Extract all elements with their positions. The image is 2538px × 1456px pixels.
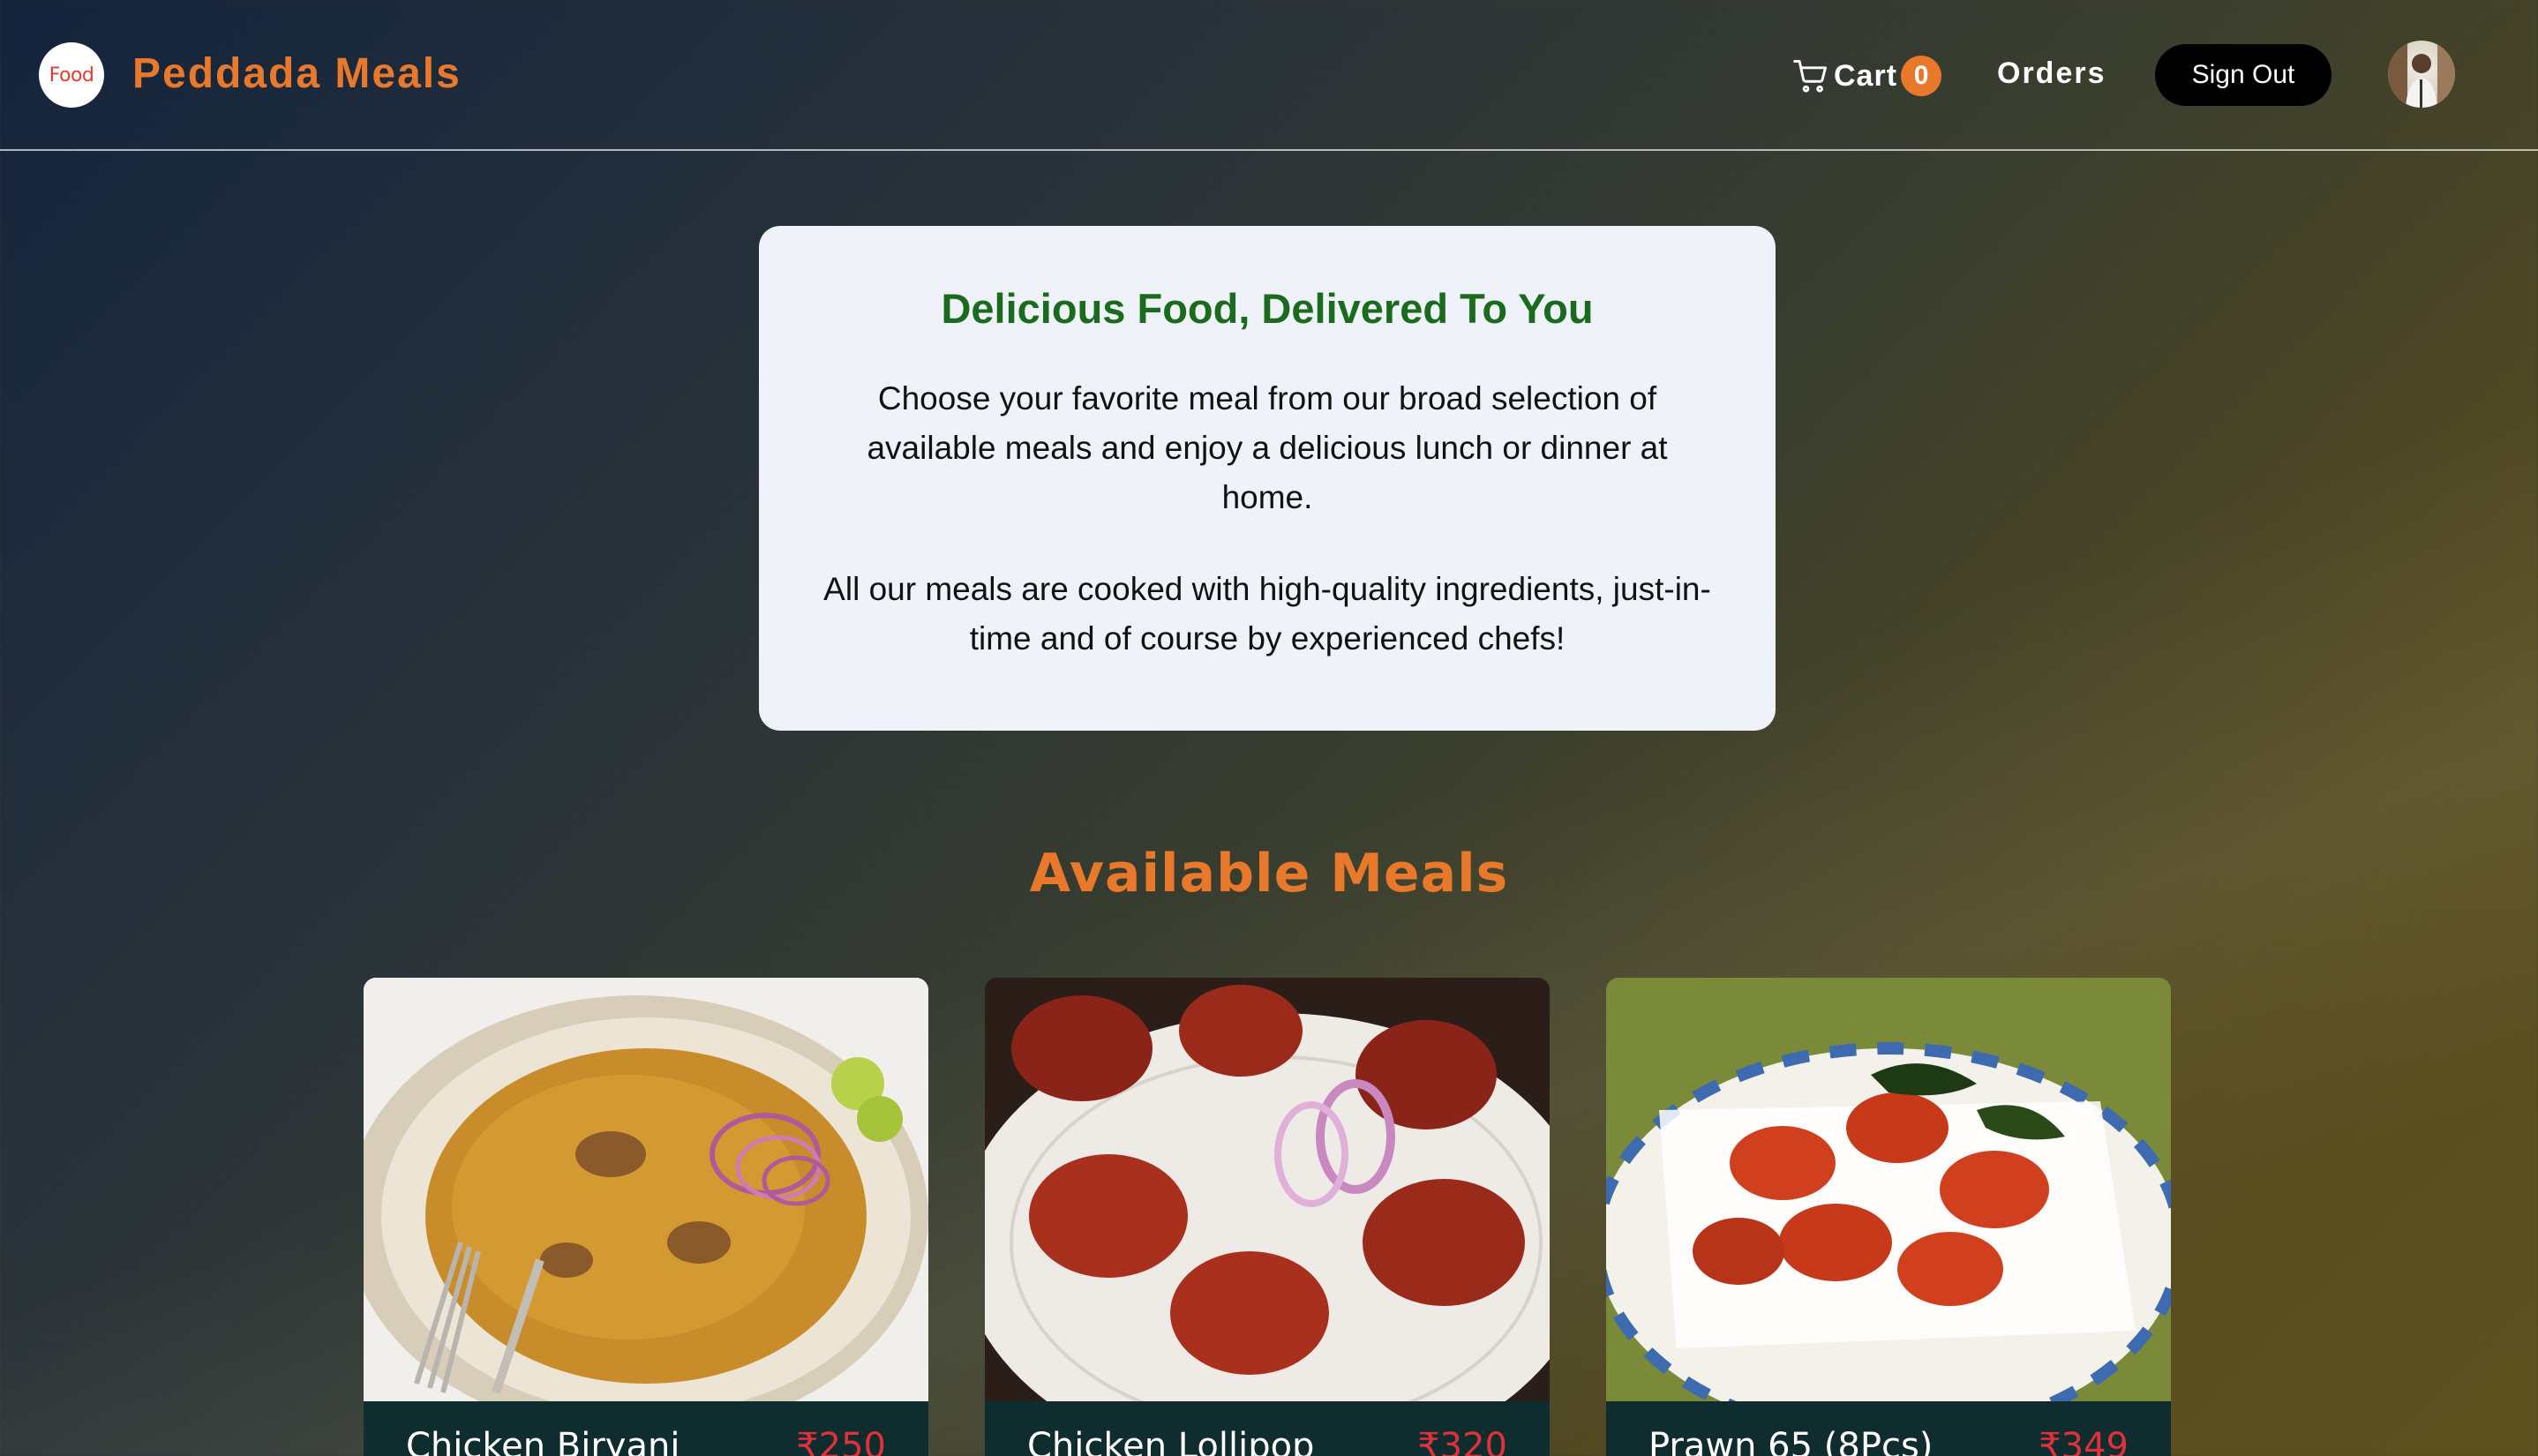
meal-image-chicken-lollipop [985, 978, 1550, 1456]
cart-count-badge: 0 [1901, 56, 1942, 96]
sign-out-button[interactable]: Sign Out [2155, 44, 2332, 106]
meal-card[interactable]: Chicken Lollipop ₹320 [985, 978, 1550, 1456]
meals-list: Chicken Biryani ₹250 Chicken Lollipop ₹3… [364, 978, 2173, 1456]
avatar-image [2388, 41, 2455, 108]
intro-title: Delicious Food, Delivered To You [941, 285, 1594, 332]
cart-icon [1793, 60, 1827, 93]
brand-title[interactable]: Peddada Meals [132, 49, 462, 99]
meal-price: ₹320 [1417, 1426, 1507, 1456]
meal-price: ₹250 [796, 1426, 886, 1456]
intro-paragraph-1: Choose your favorite meal from our broad… [867, 380, 1668, 516]
meal-card[interactable]: Prawn 65 (8Pcs) ₹349 [1606, 978, 2171, 1456]
cart-button[interactable]: Cart 0 [1791, 53, 1942, 99]
meal-name: Chicken Biryani [406, 1426, 680, 1456]
meal-card[interactable]: Chicken Biryani ₹250 [364, 978, 928, 1456]
app-logo[interactable]: Food [39, 42, 104, 108]
intro-paragraph-2: All our meals are cooked with high-quali… [823, 571, 1711, 657]
meal-name: Prawn 65 (8Pcs) [1648, 1426, 1934, 1456]
cart-label: Cart [1834, 58, 1898, 93]
orders-link[interactable]: Orders [1997, 56, 2106, 95]
logo-text: Food [49, 64, 94, 86]
meal-price: ₹349 [2039, 1426, 2129, 1456]
meal-image-prawn-65 [1606, 978, 2171, 1443]
meal-info: Chicken Biryani ₹250 [364, 1401, 928, 1456]
meal-image-chicken-biryani [364, 978, 928, 1437]
meal-info: Chicken Lollipop ₹320 [985, 1401, 1550, 1456]
top-navbar: Food Peddada Meals Cart 0 Orders Sign Ou… [0, 0, 2538, 151]
available-meals-title: Available Meals [1029, 843, 1509, 904]
intro-card: Delicious Food, Delivered To You Choose … [759, 226, 1776, 731]
meal-info: Prawn 65 (8Pcs) ₹349 [1606, 1401, 2171, 1456]
meal-name: Chicken Lollipop [1027, 1426, 1315, 1456]
user-avatar[interactable] [2388, 41, 2455, 108]
